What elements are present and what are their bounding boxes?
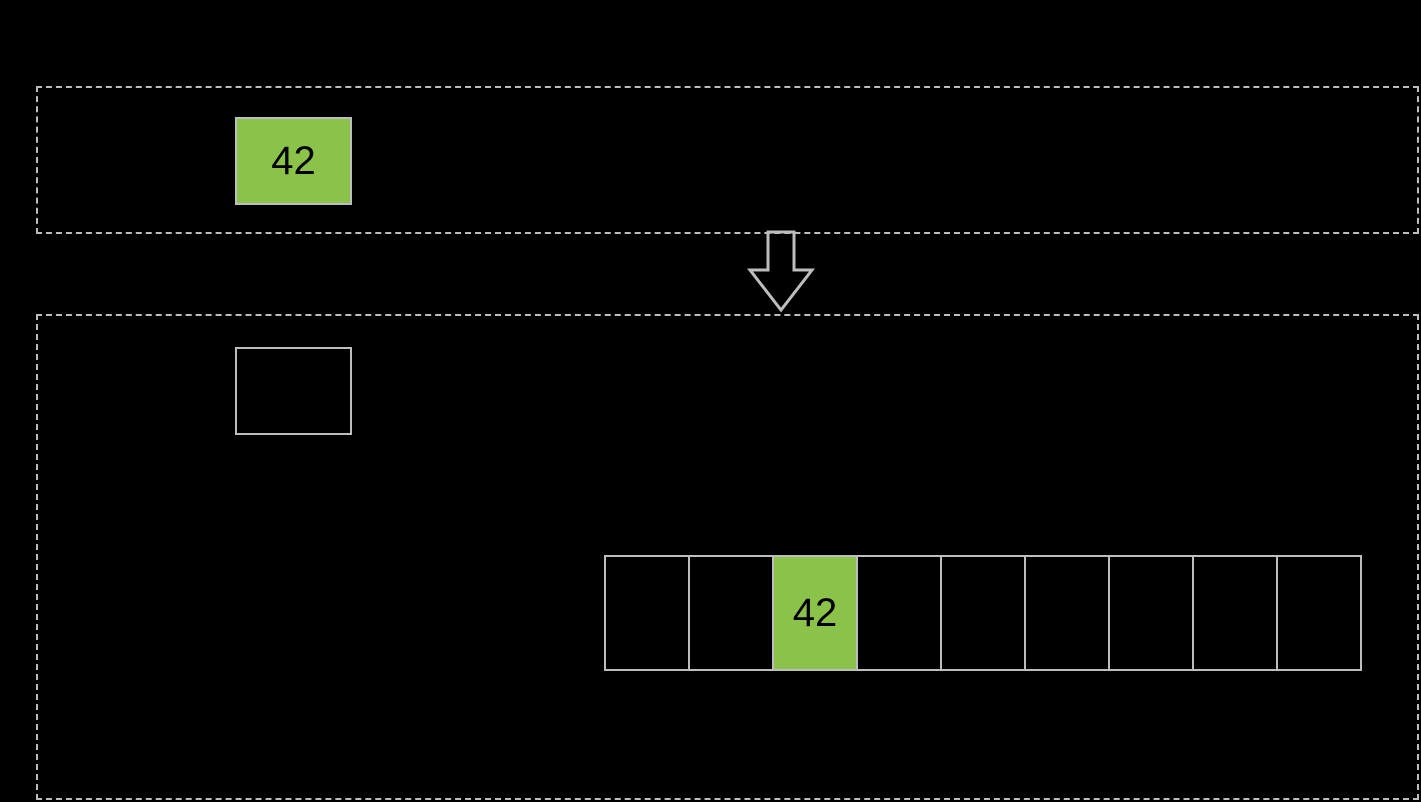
source-value-cell: 42 bbox=[235, 117, 352, 205]
array-cell bbox=[1192, 555, 1278, 671]
empty-slot-cell bbox=[235, 347, 352, 435]
array-cell-text: 42 bbox=[793, 591, 838, 636]
down-arrow-icon bbox=[740, 230, 822, 314]
array-cell bbox=[1108, 555, 1194, 671]
array-cell-highlighted: 42 bbox=[772, 555, 858, 671]
array-cell bbox=[856, 555, 942, 671]
source-value-text: 42 bbox=[271, 139, 316, 184]
array-cell bbox=[1276, 555, 1362, 671]
array-cell bbox=[1024, 555, 1110, 671]
array-cell bbox=[940, 555, 1026, 671]
array-cell bbox=[604, 555, 690, 671]
destination-array: 42 bbox=[604, 555, 1362, 671]
array-cell bbox=[688, 555, 774, 671]
diagram-stage: 42 42 bbox=[0, 0, 1421, 802]
